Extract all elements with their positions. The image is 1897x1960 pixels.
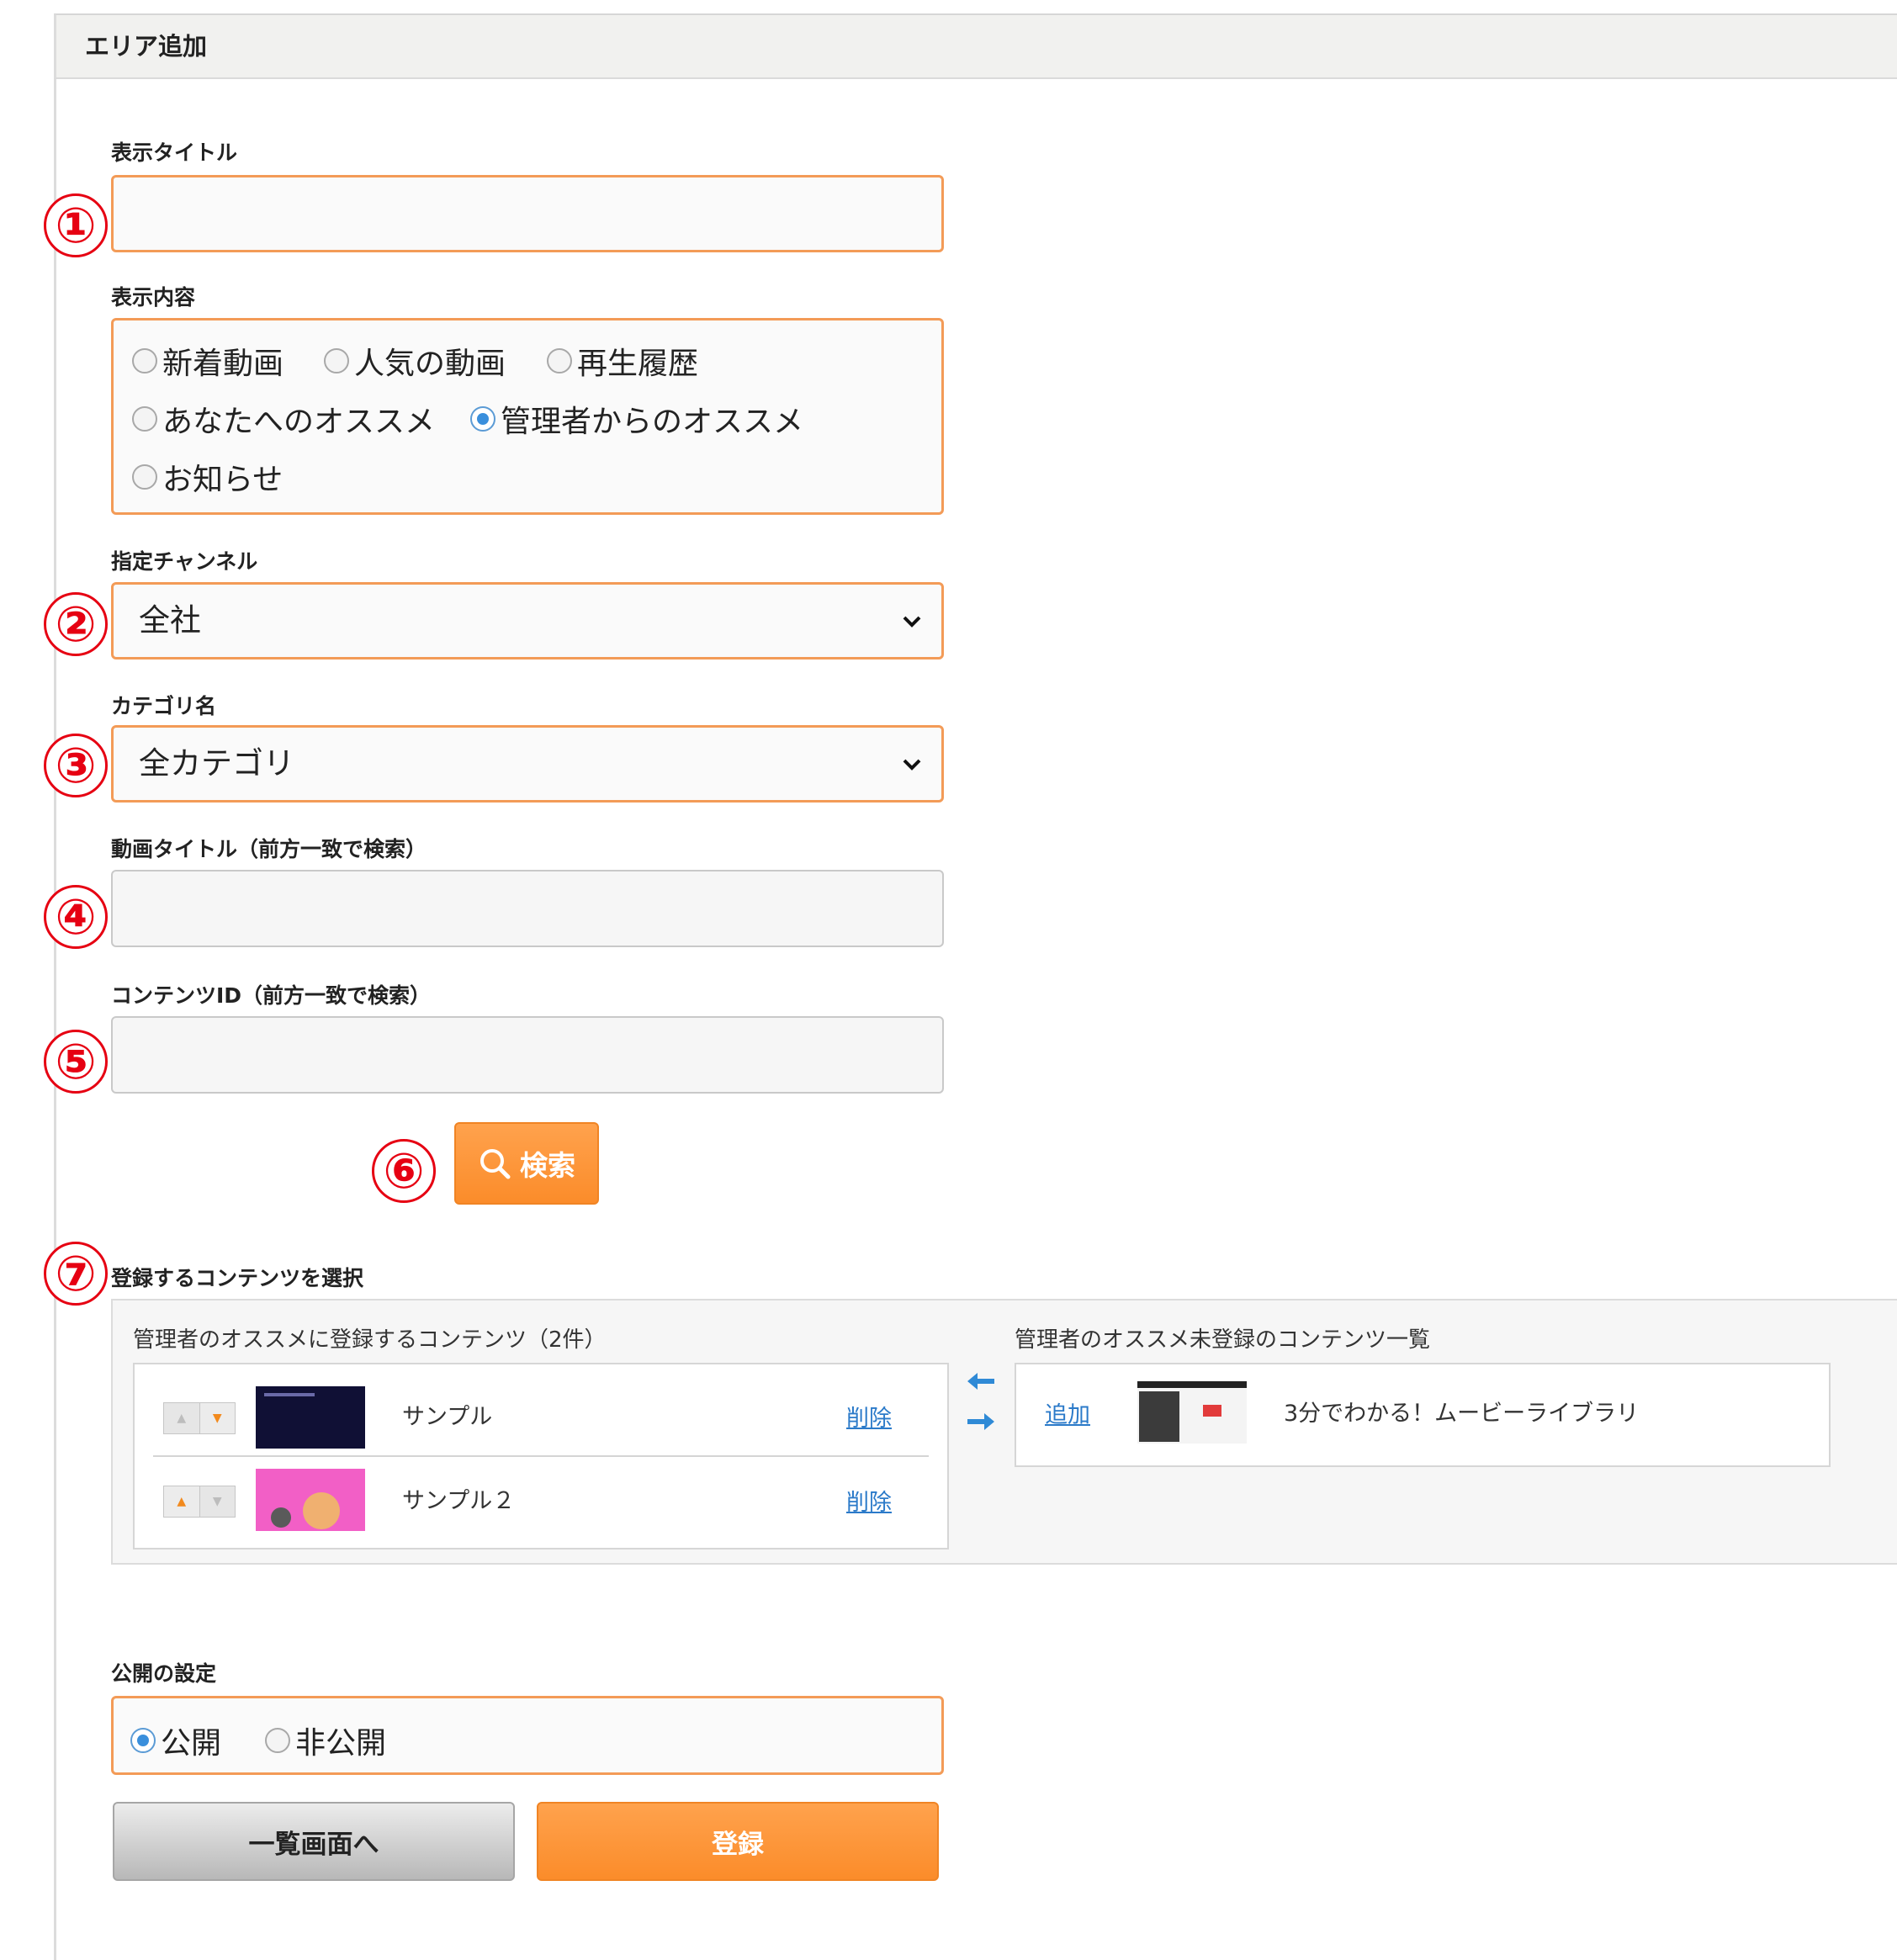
marker-1: ① bbox=[44, 193, 108, 257]
channel-select[interactable]: 全社 bbox=[111, 582, 944, 660]
option-history[interactable]: 再生履歴 bbox=[547, 339, 698, 383]
marker-7: ⑦ bbox=[44, 1242, 108, 1306]
list-item: 追加 3分でわかる！ムービーライブラリ bbox=[1016, 1364, 1829, 1449]
content-title: サンプル２ bbox=[402, 1488, 516, 1514]
move-up-icon: ▲ bbox=[164, 1403, 199, 1433]
publish-label: 公開の設定 bbox=[111, 1661, 217, 1686]
registered-heading: 管理者のオススメに登録するコンテンツ（2件） bbox=[133, 1327, 607, 1353]
option-label: あなたへのオススメ bbox=[162, 405, 436, 439]
option-public[interactable]: 公開 bbox=[130, 1719, 221, 1762]
registered-list: ▲ ▼ サンプル 削除 ▲ ▼ サンプル２ 削除 bbox=[133, 1363, 949, 1549]
search-button-label: 検索 bbox=[520, 1149, 575, 1182]
option-popular-videos[interactable]: 人気の動画 bbox=[324, 339, 506, 383]
option-label: 公開 bbox=[161, 1726, 222, 1761]
option-news[interactable]: お知らせ bbox=[132, 455, 283, 499]
list-item: ▲ ▼ サンプル 削除 bbox=[135, 1373, 947, 1457]
radio-news[interactable] bbox=[132, 464, 157, 490]
marker-2: ② bbox=[44, 592, 108, 656]
option-new-videos[interactable]: 新着動画 bbox=[132, 339, 283, 383]
search-button[interactable]: 検索 bbox=[454, 1122, 599, 1205]
option-label: 非公開 bbox=[295, 1726, 387, 1761]
radio-for-you[interactable] bbox=[132, 406, 157, 432]
display-title-label: 表示タイトル bbox=[111, 140, 238, 165]
radio-popular-videos[interactable] bbox=[324, 348, 349, 373]
channel-value: 全社 bbox=[139, 602, 201, 638]
category-value: 全カテゴリ bbox=[139, 745, 294, 781]
option-label: 新着動画 bbox=[162, 347, 284, 381]
submit-button[interactable]: 登録 bbox=[537, 1802, 939, 1881]
content-title: サンプル bbox=[402, 1404, 493, 1430]
marker-6: ⑥ bbox=[372, 1139, 436, 1203]
chevron-down-icon bbox=[903, 759, 921, 771]
option-label: 再生履歴 bbox=[577, 347, 699, 381]
move-down-icon: ▼ bbox=[199, 1486, 235, 1517]
option-private[interactable]: 非公開 bbox=[265, 1719, 386, 1762]
option-label: お知らせ bbox=[162, 463, 283, 497]
delete-link[interactable]: 削除 bbox=[846, 1400, 892, 1433]
option-for-you[interactable]: あなたへのオススメ bbox=[132, 397, 435, 441]
content-select-label: 登録するコンテンツを選択 bbox=[111, 1266, 364, 1290]
marker-5: ⑤ bbox=[44, 1030, 108, 1094]
video-thumbnail bbox=[1137, 1381, 1247, 1444]
category-select[interactable]: 全カテゴリ bbox=[111, 725, 944, 803]
publish-group: 公開 非公開 bbox=[111, 1696, 944, 1775]
move-down-icon[interactable]: ▼ bbox=[199, 1403, 235, 1433]
delete-link[interactable]: 削除 bbox=[846, 1484, 892, 1517]
add-link[interactable]: 追加 bbox=[1045, 1396, 1090, 1429]
search-icon bbox=[480, 1149, 511, 1179]
content-id-label: コンテンツID（前方一致で検索） bbox=[111, 983, 432, 1008]
option-label: 人気の動画 bbox=[354, 347, 506, 381]
video-thumbnail bbox=[256, 1386, 365, 1449]
radio-private[interactable] bbox=[265, 1728, 290, 1753]
back-to-list-button[interactable]: 一覧画面へ bbox=[113, 1802, 515, 1881]
row-divider bbox=[153, 1455, 929, 1457]
channel-label: 指定チャンネル bbox=[111, 549, 258, 574]
category-label: カテゴリ名 bbox=[111, 694, 217, 718]
arrow-left-icon[interactable] bbox=[966, 1371, 996, 1391]
panel-title: エリア追加 bbox=[54, 13, 1897, 79]
arrow-right-icon[interactable] bbox=[966, 1412, 996, 1432]
radio-admin-picks[interactable] bbox=[470, 406, 495, 432]
move-up-icon[interactable]: ▲ bbox=[164, 1486, 200, 1517]
marker-3: ③ bbox=[44, 734, 108, 797]
chevron-down-icon bbox=[903, 616, 921, 628]
sort-control[interactable]: ▲ ▼ bbox=[163, 1486, 236, 1518]
list-item: ▲ ▼ サンプル２ 削除 bbox=[135, 1459, 947, 1543]
video-title-input[interactable] bbox=[111, 870, 944, 947]
radio-history[interactable] bbox=[547, 348, 572, 373]
video-thumbnail bbox=[256, 1469, 365, 1531]
content-title: 3分でわかる！ムービーライブラリ bbox=[1284, 1401, 1640, 1427]
display-content-group: 新着動画 人気の動画 再生履歴 あなたへのオススメ 管理者からのオススメ お知ら… bbox=[111, 318, 944, 515]
option-label: 管理者からのオススメ bbox=[501, 405, 804, 439]
radio-new-videos[interactable] bbox=[132, 348, 157, 373]
sort-control[interactable]: ▲ ▼ bbox=[163, 1402, 236, 1434]
video-title-label: 動画タイトル（前方一致で検索） bbox=[111, 837, 427, 861]
content-select-panel: 管理者のオススメに登録するコンテンツ（2件） ▲ ▼ サンプル 削除 ▲ ▼ サ… bbox=[111, 1299, 1897, 1565]
display-content-label: 表示内容 bbox=[111, 285, 196, 310]
unregistered-heading: 管理者のオススメ未登録のコンテンツ一覧 bbox=[1015, 1327, 1431, 1353]
marker-4: ④ bbox=[44, 885, 108, 949]
radio-public[interactable] bbox=[130, 1728, 156, 1753]
display-title-input[interactable] bbox=[111, 175, 944, 252]
content-id-input[interactable] bbox=[111, 1016, 944, 1094]
unregistered-list: 追加 3分でわかる！ムービーライブラリ bbox=[1015, 1363, 1831, 1467]
option-admin-picks[interactable]: 管理者からのオススメ bbox=[470, 397, 803, 441]
